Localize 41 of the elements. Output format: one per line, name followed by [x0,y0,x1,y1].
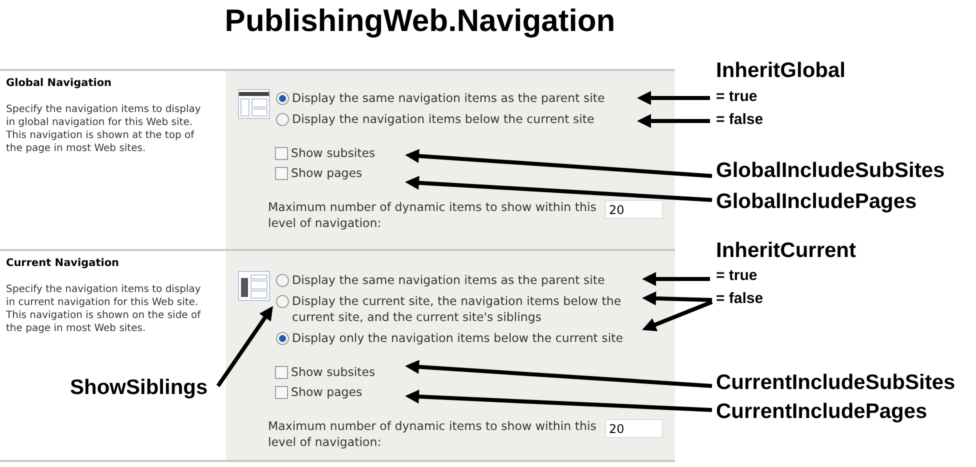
section-description: Specify the navigation items to display in current navigation for this Web site. This navigation is shown on the side of the page in most Web sites. [6,283,202,335]
section-heading: Current Navigation [6,257,120,269]
radio-label[interactable]: Display only the navigation items below the current site [292,330,623,346]
checkbox[interactable] [275,167,288,180]
annotation-label: InheritCurrent [716,239,856,263]
page-title: PublishingWeb.Navigation [224,2,616,40]
section-description: Specify the navigation items to display in global navigation for this Web site. This navigation is shown at the top of the page in most Web sites. [6,103,202,155]
checkbox[interactable] [275,366,288,379]
radio-label[interactable]: Display the same navigation items as the parent site [292,90,605,106]
max-items-label: Maximum number of dynamic items to show within this level of navigation: [268,199,598,231]
section-heading: Global Navigation [6,77,113,89]
max-items-label: Maximum number of dynamic items to show within this level of navigation: [268,418,598,450]
radio-label[interactable]: Display the current site, the navigation items below the current site, and the current site's siblings [292,293,637,325]
annotation-label: CurrentIncludeSubSites [716,371,956,395]
annotation-label: = false [716,290,764,307]
radio-button[interactable] [276,113,289,126]
checkbox[interactable] [275,147,288,160]
annotation-label: = true [716,267,758,284]
checkbox-label[interactable]: Show subsites [291,145,376,161]
annotation-label: GlobalIncludeSubSites [716,159,945,183]
annotation-label: = true [716,88,758,105]
annotation-label: CurrentIncludePages [716,400,928,424]
checkbox[interactable] [275,386,288,399]
top-navigation-layout-icon [238,89,270,119]
checkbox-label[interactable]: Show pages [291,165,362,181]
side-navigation-layout-icon [238,271,270,301]
annotation-label: ShowSiblings [70,376,208,400]
max-items-field[interactable]: 20 [605,200,663,219]
checkbox-label[interactable]: Show subsites [291,364,376,380]
radio-button[interactable] [276,295,289,308]
radio-button[interactable] [276,332,289,345]
annotation-label: = false [716,111,764,128]
arrow [642,272,710,286]
checkbox-label[interactable]: Show pages [291,384,362,400]
radio-button[interactable] [276,274,289,287]
annotation-label: InheritGlobal [716,59,846,83]
radio-label[interactable]: Display the navigation items below the current site [292,111,594,127]
max-items-field[interactable]: 20 [605,419,663,438]
radio-label[interactable]: Display the same navigation items as the parent site [292,272,605,288]
radio-button[interactable] [276,92,289,105]
annotation-label: GlobalIncludePages [716,190,917,214]
